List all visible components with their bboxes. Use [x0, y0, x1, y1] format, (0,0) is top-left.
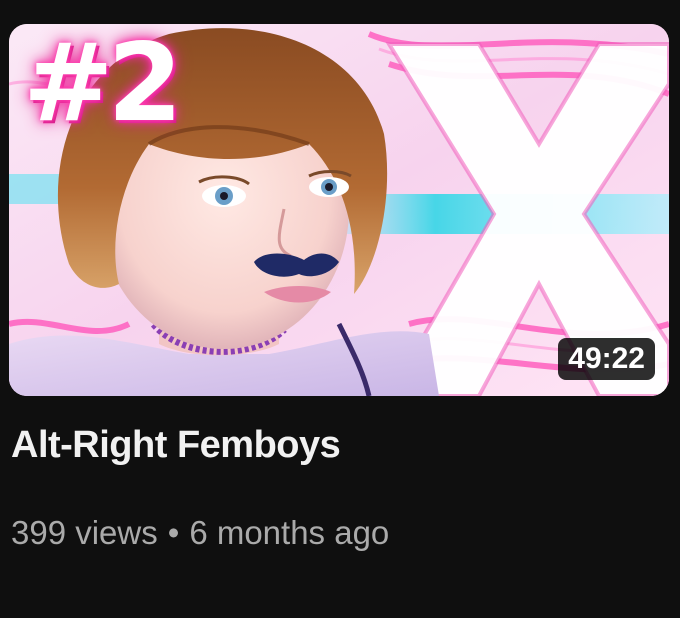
video-metadata: 399 views • 6 months ago: [11, 514, 389, 552]
upload-age: 6 months ago: [189, 514, 390, 551]
view-count: 399 views: [11, 514, 158, 551]
duration-badge: 49:22: [558, 337, 655, 380]
rank-badge: #2: [23, 24, 183, 146]
video-card[interactable]: #2 49:22 Alt-Right Femboys 399 views • 6 m…: [0, 0, 680, 618]
meta-separator: •: [167, 514, 180, 551]
video-thumbnail[interactable]: #2 49:22: [9, 24, 669, 396]
video-title[interactable]: Alt-Right Femboys: [11, 424, 341, 467]
